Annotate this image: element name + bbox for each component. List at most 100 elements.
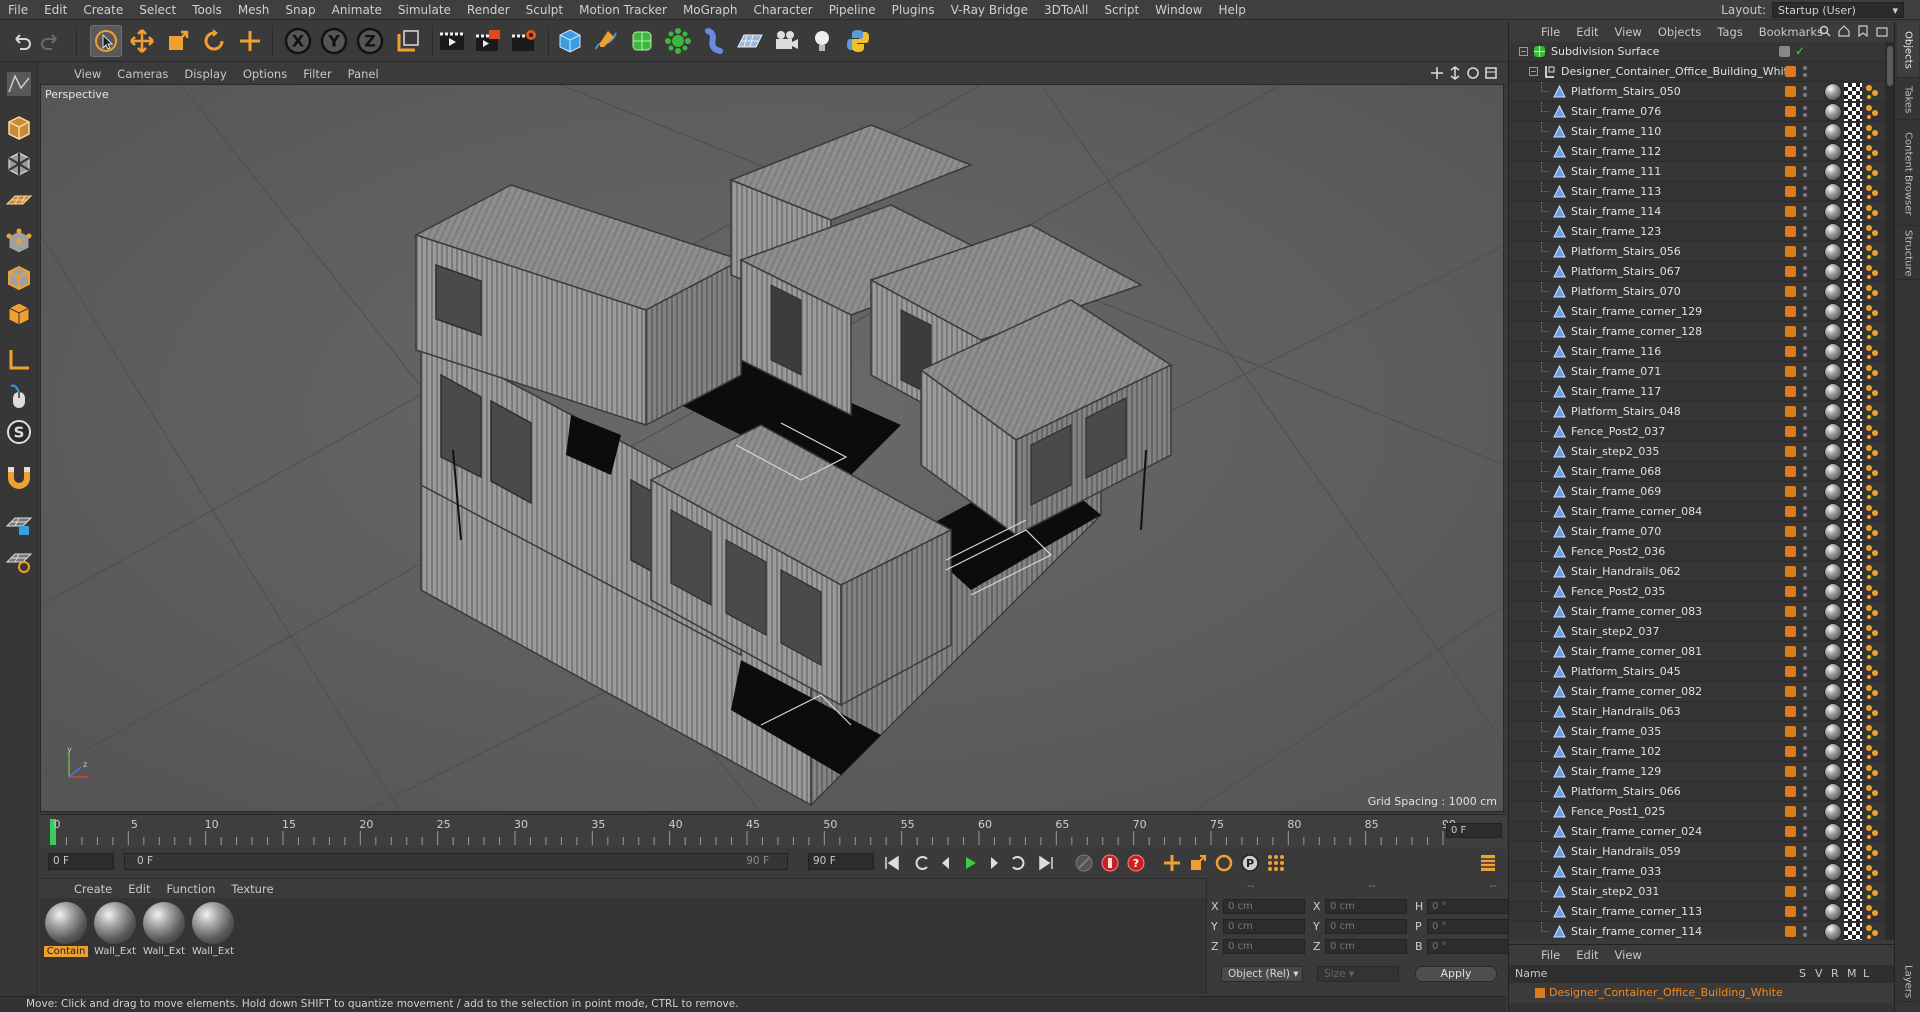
material-tag-icon[interactable] [1824, 823, 1842, 841]
visibility-toggle-icon[interactable] [1802, 145, 1807, 159]
visibility-toggle-icon[interactable] [1802, 825, 1807, 839]
layer-flag-render[interactable]: R [1831, 967, 1839, 980]
coordinate-field[interactable]: 0 cm [1325, 938, 1407, 954]
object-row[interactable]: Stair_frame_corner_024 [1509, 822, 1885, 842]
go-to-end-icon[interactable] [1034, 851, 1058, 875]
object-name[interactable]: Platform_Stairs_056 [1571, 245, 1681, 258]
render-view-icon[interactable] [436, 25, 468, 57]
uvw-tag-icon[interactable] [1844, 703, 1862, 721]
menu-item-18[interactable]: Script [1096, 3, 1147, 17]
material-tag-icon[interactable] [1824, 223, 1842, 241]
phong-tag-icon[interactable] [1864, 503, 1880, 521]
uvw-tag-icon[interactable] [1844, 823, 1862, 841]
menu-item-17[interactable]: 3DToAll [1036, 3, 1096, 17]
material-manager[interactable]: Contain Wall_Ext Wall_Ext Wall_Ext [40, 898, 1206, 994]
visibility-toggle-icon[interactable] [1802, 565, 1807, 579]
object-name[interactable]: Designer_Container_Office_Building_White [1561, 65, 1795, 78]
uvw-tag-icon[interactable] [1844, 543, 1862, 561]
object-row[interactable]: Stair_frame_070 [1509, 522, 1885, 542]
uvw-tag-icon[interactable] [1844, 683, 1862, 701]
object-row[interactable]: Platform_Stairs_070 [1509, 282, 1885, 302]
visibility-toggle-icon[interactable] [1802, 785, 1807, 799]
material-tag-icon[interactable] [1824, 423, 1842, 441]
material-tag-icon[interactable] [1824, 123, 1842, 141]
locked-workplane-icon[interactable] [3, 508, 35, 540]
phong-tag-icon[interactable] [1864, 243, 1880, 261]
visibility-toggle-icon[interactable] [1802, 185, 1807, 199]
visibility-toggle-icon[interactable] [1802, 885, 1807, 899]
object-name[interactable]: Stair_frame_117 [1571, 385, 1661, 398]
object-name[interactable]: Stair_frame_114 [1571, 205, 1661, 218]
object-name[interactable]: Stair_frame_corner_114 [1571, 925, 1702, 938]
uvw-tag-icon[interactable] [1844, 603, 1862, 621]
phong-tag-icon[interactable] [1864, 203, 1880, 221]
coordinate-field[interactable]: 0 cm [1223, 898, 1305, 914]
object-row[interactable]: Platform_Stairs_045 [1509, 662, 1885, 682]
layer-color-icon[interactable] [1785, 66, 1796, 77]
object-row[interactable]: Platform_Stairs_067 [1509, 262, 1885, 282]
object-row[interactable]: − Subdivision Surface ✓ [1509, 42, 1885, 62]
material-swatch[interactable]: Contain [44, 902, 88, 962]
uvw-tag-icon[interactable] [1844, 103, 1862, 121]
menu-item-0[interactable]: File [0, 3, 36, 17]
model-mode-icon[interactable] [3, 112, 35, 144]
object-name[interactable]: Stair_frame_corner_081 [1571, 645, 1702, 658]
key-parameter-icon[interactable]: P [1238, 851, 1262, 875]
viewport-3d[interactable]: Perspective Grid Spacing : 1000 cm y z [40, 84, 1504, 812]
object-menu-item-4[interactable]: Tags [1709, 25, 1750, 39]
phong-tag-icon[interactable] [1864, 263, 1880, 281]
visibility-toggle-icon[interactable] [1802, 65, 1807, 79]
object-name[interactable]: Stair_frame_corner_128 [1571, 325, 1702, 338]
uvw-tag-icon[interactable] [1844, 843, 1862, 861]
viewport-camera-label[interactable]: Perspective [45, 88, 109, 101]
object-row[interactable]: Stair_frame_076 [1509, 102, 1885, 122]
layer-color-icon[interactable] [1785, 446, 1796, 457]
phong-tag-icon[interactable] [1864, 763, 1880, 781]
visibility-toggle-icon[interactable] [1802, 645, 1807, 659]
object-row[interactable]: Stair_step2_035 [1509, 442, 1885, 462]
phong-tag-icon[interactable] [1864, 383, 1880, 401]
material-tag-icon[interactable] [1824, 143, 1842, 161]
material-tag-icon[interactable] [1824, 883, 1842, 901]
uvw-tag-icon[interactable] [1844, 623, 1862, 641]
points-mode-icon[interactable] [3, 226, 35, 258]
object-name[interactable]: Stair_frame_corner_024 [1571, 825, 1702, 838]
layer-color-icon[interactable] [1785, 506, 1796, 517]
coordinate-system-icon[interactable] [392, 25, 424, 57]
coordinate-field[interactable]: 0 ° [1427, 898, 1509, 914]
material-tag-icon[interactable] [1824, 503, 1842, 521]
material-tag-icon[interactable] [1824, 203, 1842, 221]
object-name[interactable]: Stair_frame_corner_129 [1571, 305, 1702, 318]
menu-item-13[interactable]: Character [745, 3, 820, 17]
uvw-tag-icon[interactable] [1844, 643, 1862, 661]
layer-color-icon[interactable] [1785, 266, 1796, 277]
object-name[interactable]: Stair_frame_071 [1571, 365, 1661, 378]
visibility-toggle-icon[interactable] [1802, 425, 1807, 439]
phong-tag-icon[interactable] [1864, 863, 1880, 881]
visibility-toggle-icon[interactable] [1802, 125, 1807, 139]
object-name[interactable]: Stair_frame_076 [1571, 105, 1661, 118]
uvw-tag-icon[interactable] [1844, 263, 1862, 281]
object-name[interactable]: Stair_step2_031 [1571, 885, 1659, 898]
phong-tag-icon[interactable] [1864, 423, 1880, 441]
object-row[interactable]: Stair_frame_corner_084 [1509, 502, 1885, 522]
layer-flag-view[interactable]: V [1815, 967, 1823, 980]
phong-tag-icon[interactable] [1864, 883, 1880, 901]
layer-color-icon[interactable] [1785, 206, 1796, 217]
uvw-tag-icon[interactable] [1844, 303, 1862, 321]
bookmark-icon[interactable] [1857, 25, 1869, 37]
object-tree[interactable]: − Subdivision Surface ✓ − Designer_Container… [1509, 42, 1885, 940]
object-menu-item-0[interactable]: File [1533, 25, 1568, 39]
object-row[interactable]: Stair_frame_033 [1509, 862, 1885, 882]
object-name[interactable]: Platform_Stairs_048 [1571, 405, 1681, 418]
object-row[interactable]: Platform_Stairs_048 [1509, 402, 1885, 422]
visibility-toggle-icon[interactable] [1802, 165, 1807, 179]
object-row[interactable]: Stair_frame_110 [1509, 122, 1885, 142]
layer-color-icon[interactable] [1785, 526, 1796, 537]
layer-color-icon[interactable] [1785, 406, 1796, 417]
menu-item-8[interactable]: Simulate [390, 3, 459, 17]
x-axis-icon[interactable]: X [282, 25, 314, 57]
autokeying-icon[interactable]: ? [1124, 851, 1148, 875]
menu-item-11[interactable]: Motion Tracker [571, 3, 675, 17]
layer-color-icon[interactable] [1785, 326, 1796, 337]
